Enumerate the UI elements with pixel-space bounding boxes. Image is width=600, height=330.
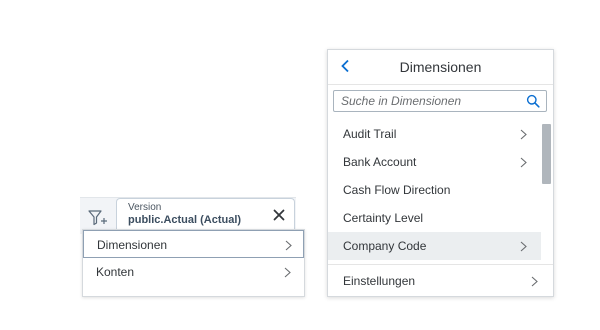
search-input[interactable] bbox=[341, 94, 521, 108]
chevron-right-icon bbox=[284, 267, 291, 278]
chevron-right-icon bbox=[520, 157, 527, 168]
close-icon[interactable] bbox=[272, 208, 286, 222]
list-item-cash-flow-direction[interactable]: Cash Flow Direction bbox=[328, 176, 541, 204]
dimension-search[interactable] bbox=[333, 90, 547, 112]
menu-item-dimensionen[interactable]: Dimensionen bbox=[83, 230, 304, 258]
settings-label: Einstellungen bbox=[343, 274, 416, 288]
background-marks bbox=[360, 44, 540, 56]
scrollbar-thumb[interactable] bbox=[542, 124, 551, 184]
chevron-right-icon bbox=[285, 240, 292, 251]
list-item-company-code[interactable]: Company Code bbox=[328, 232, 541, 260]
version-filter-token[interactable]: Version public.Actual (Actual) bbox=[116, 198, 295, 232]
token-value: public.Actual (Actual) bbox=[128, 214, 242, 226]
chevron-right-icon bbox=[520, 129, 527, 140]
chevron-right-icon bbox=[520, 241, 527, 252]
list-item-label: Cash Flow Direction bbox=[343, 183, 451, 197]
token-label: Version bbox=[128, 202, 162, 213]
search-icon[interactable] bbox=[526, 94, 540, 108]
scrollbar[interactable] bbox=[541, 122, 551, 262]
list-item-bank-account[interactable]: Bank Account bbox=[328, 148, 541, 176]
list-item-label: Certainty Level bbox=[343, 211, 424, 225]
add-filter-menu: Dimensionen Konten bbox=[82, 229, 305, 297]
list-item-certainty-level[interactable]: Certainty Level bbox=[328, 204, 541, 232]
dimension-popover: Dimensionen Audit Trail Bank Account Cas… bbox=[327, 49, 554, 297]
divider bbox=[328, 84, 553, 85]
divider bbox=[328, 264, 553, 265]
list-item-label: Bank Account bbox=[343, 155, 417, 169]
popover-title: Dimensionen bbox=[399, 59, 482, 75]
settings-item[interactable]: Einstellungen bbox=[328, 267, 553, 295]
list-item-audit-trail[interactable]: Audit Trail bbox=[328, 120, 541, 148]
add-filter-icon[interactable] bbox=[86, 207, 108, 229]
list-item-label: Audit Trail bbox=[343, 127, 397, 141]
menu-item-konten[interactable]: Konten bbox=[83, 258, 304, 286]
list-item-label: Company Code bbox=[343, 239, 427, 253]
menu-item-label: Konten bbox=[96, 265, 135, 279]
chevron-right-icon bbox=[531, 276, 538, 287]
menu-item-label: Dimensionen bbox=[97, 238, 168, 252]
